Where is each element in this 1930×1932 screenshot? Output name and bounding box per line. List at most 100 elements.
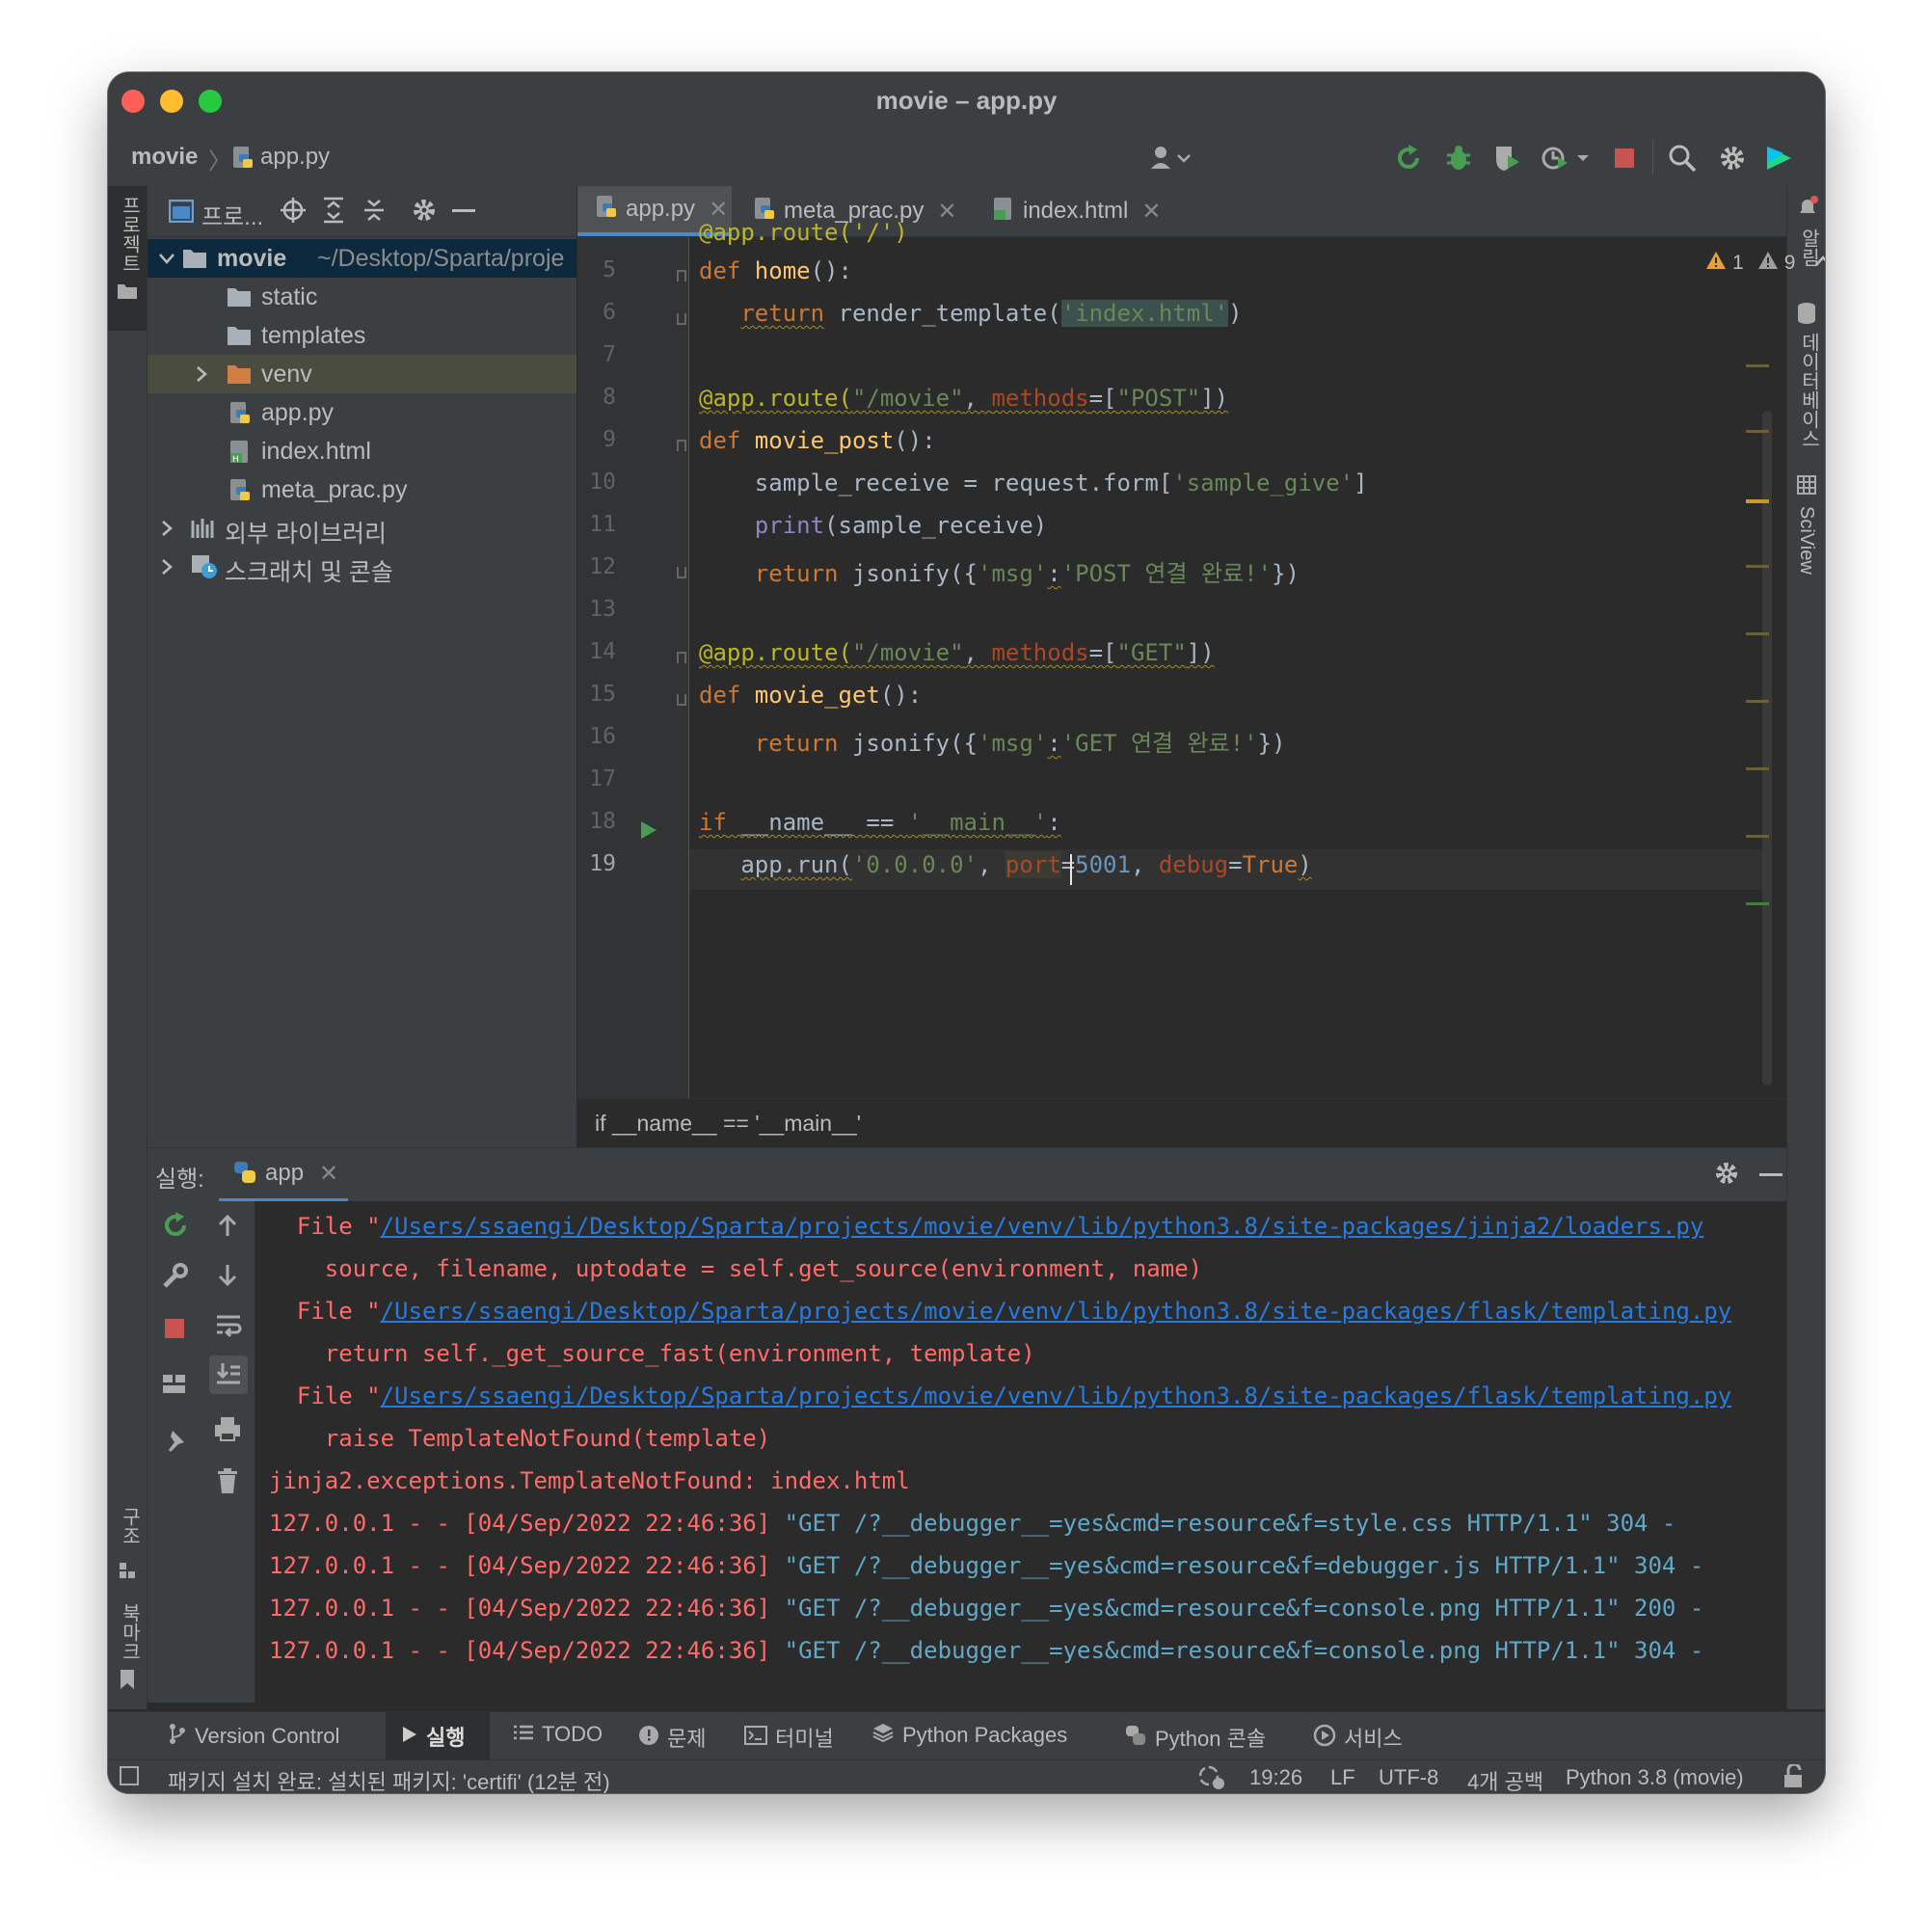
pin-icon[interactable]	[161, 1427, 188, 1459]
wrench-icon[interactable]	[161, 1263, 188, 1295]
indent-setting[interactable]: 4개 공백	[1467, 1765, 1543, 1793]
warning-marker[interactable]	[1746, 565, 1769, 568]
fold-marker[interactable]	[677, 694, 686, 706]
soft-wrap-icon[interactable]	[215, 1313, 242, 1343]
jetbrains-logo-icon[interactable]	[1762, 142, 1795, 174]
warning-marker[interactable]	[1746, 364, 1769, 367]
code-editor[interactable]: 5 6 7 8 9 10 11 12 13 14 15 16 17 18 19	[577, 219, 1825, 1098]
trash-icon[interactable]	[215, 1467, 240, 1499]
tool-services[interactable]: 서비스	[1313, 1722, 1403, 1753]
tree-item-app-py[interactable]: app.py	[147, 393, 576, 432]
code-token: ,	[978, 851, 1005, 878]
debug-icon[interactable]	[1442, 142, 1475, 174]
right-tool-stripe: 알림 데이터베이스 SciView	[1786, 186, 1825, 1709]
nav-file[interactable]: app.py	[260, 144, 330, 171]
tool-todo[interactable]: TODO	[513, 1722, 603, 1747]
run-console[interactable]: File "/Users/ssaengi/Desktop/Sparta/proj…	[255, 1201, 1786, 1703]
project-stripe-button[interactable]: 프로젝트	[108, 186, 147, 331]
rerun-icon[interactable]	[1392, 142, 1425, 174]
print-icon[interactable]	[213, 1415, 242, 1447]
sciview-stripe-button[interactable]: SciView	[1787, 475, 1825, 601]
console-file-link[interactable]: /Users/ssaengi/Desktop/Sparta/projects/m…	[381, 1298, 1732, 1325]
arrow-up-icon[interactable]	[215, 1213, 240, 1243]
close-tab-icon[interactable]: ✕	[319, 1160, 338, 1188]
tree-root-movie[interactable]: movie ~/Desktop/Sparta/proje	[147, 239, 576, 278]
chevron-up-icon[interactable]	[1814, 254, 1825, 272]
unlock-icon[interactable]	[1782, 1762, 1805, 1793]
expand-all-icon[interactable]	[319, 196, 348, 225]
rerun-icon[interactable]	[161, 1211, 190, 1245]
tool-version-control[interactable]: Version Control	[168, 1722, 339, 1750]
profile-icon[interactable]	[1539, 142, 1596, 174]
project-view-select[interactable]: 프로...	[201, 198, 263, 231]
change-marker[interactable]	[1746, 902, 1769, 905]
status-message[interactable]: 패키지 설치 완료: 설치된 패키지: 'certifi' (12분 전)	[168, 1765, 610, 1793]
warning-marker[interactable]	[1746, 835, 1769, 838]
sync-icon[interactable]	[1197, 1764, 1226, 1793]
chevron-right-icon	[157, 519, 176, 543]
warning-marker[interactable]	[1746, 430, 1769, 433]
user-icon[interactable]	[1149, 144, 1193, 177]
project-gear-icon[interactable]	[410, 196, 439, 225]
console-file-link[interactable]: /Users/ssaengi/Desktop/Sparta/projects/m…	[381, 1213, 1704, 1240]
caret-position[interactable]: 19:26	[1249, 1765, 1302, 1790]
collapse-all-icon[interactable]	[360, 196, 389, 225]
tree-item-external-libraries[interactable]: 외부 라이브러리	[147, 509, 576, 548]
close-tab-icon[interactable]: ✕	[937, 198, 956, 226]
code-token: def	[699, 257, 755, 284]
fold-marker[interactable]	[677, 440, 686, 451]
layout-icon[interactable]	[161, 1373, 188, 1401]
run-tab-app[interactable]: app ✕	[219, 1148, 348, 1202]
bookmarks-stripe-button[interactable]: 북마크	[108, 1603, 147, 1700]
line-separator[interactable]: LF	[1330, 1765, 1355, 1790]
file-encoding[interactable]: UTF-8	[1379, 1765, 1438, 1790]
tool-problems[interactable]: 문제	[638, 1722, 706, 1753]
close-tab-icon[interactable]: ✕	[1141, 198, 1161, 226]
search-icon[interactable]	[1666, 142, 1699, 174]
tool-python-console[interactable]: Python 콘솔	[1124, 1722, 1266, 1753]
fold-marker[interactable]	[677, 270, 686, 282]
locate-icon[interactable]	[279, 196, 308, 225]
structure-stripe-button[interactable]: 구조	[108, 1507, 147, 1584]
tool-run[interactable]: 실행	[386, 1712, 490, 1760]
tree-item-scratches[interactable]: 스크래치 및 콘솔	[147, 548, 576, 586]
stop-icon[interactable]	[1608, 142, 1641, 174]
tool-windows-toggle-icon[interactable]	[120, 1766, 139, 1785]
tree-item-venv[interactable]: venv	[147, 355, 576, 393]
line-number: 10	[589, 470, 616, 495]
coverage-icon[interactable]	[1490, 142, 1523, 174]
scroll-to-end-button[interactable]	[209, 1355, 248, 1394]
tab-label: app.py	[626, 196, 696, 222]
stop-icon[interactable]	[163, 1317, 186, 1345]
tree-item-static[interactable]: static	[147, 278, 576, 316]
warning-marker[interactable]	[1746, 700, 1769, 703]
tree-item-index-html[interactable]: H index.html	[147, 432, 576, 470]
tool-python-packages[interactable]: Python Packages	[871, 1722, 1067, 1748]
editor-scrollbar[interactable]	[1762, 411, 1772, 1086]
minimize-panel-icon[interactable]	[452, 209, 475, 212]
code-token: =	[1060, 851, 1076, 878]
tree-item-meta-prac-py[interactable]: meta_prac.py	[147, 470, 576, 509]
warning-marker[interactable]	[1746, 767, 1769, 770]
nav-project[interactable]: movie	[131, 144, 198, 171]
arrow-down-icon[interactable]	[215, 1263, 240, 1293]
run-gear-icon[interactable]	[1713, 1160, 1740, 1192]
database-stripe-button[interactable]: 데이터베이스	[1787, 302, 1825, 456]
list-icon	[513, 1723, 534, 1747]
tree-item-templates[interactable]: templates	[147, 316, 576, 355]
fold-marker[interactable]	[677, 652, 686, 663]
run-gutter-icon[interactable]	[639, 819, 658, 845]
error-marker[interactable]	[1746, 499, 1769, 503]
python-interpreter[interactable]: Python 3.8 (movie)	[1566, 1765, 1744, 1790]
fold-marker[interactable]	[677, 567, 686, 578]
fold-marker[interactable]	[677, 313, 686, 325]
gear-icon[interactable]	[1716, 142, 1749, 174]
minimize-panel-icon[interactable]	[1759, 1173, 1783, 1176]
tool-terminal[interactable]: 터미널	[744, 1722, 834, 1753]
editor-breadcrumb[interactable]: if __name__ == '__main__'	[595, 1111, 861, 1137]
console-file-link[interactable]: /Users/ssaengi/Desktop/Sparta/projects/m…	[381, 1382, 1732, 1409]
tab-index-html[interactable]: index.html ✕	[980, 186, 1164, 236]
run-toolbar-primary	[147, 1201, 201, 1703]
warning-marker[interactable]	[1746, 632, 1769, 635]
inspection-widget[interactable]: 1 9	[1705, 251, 1825, 275]
